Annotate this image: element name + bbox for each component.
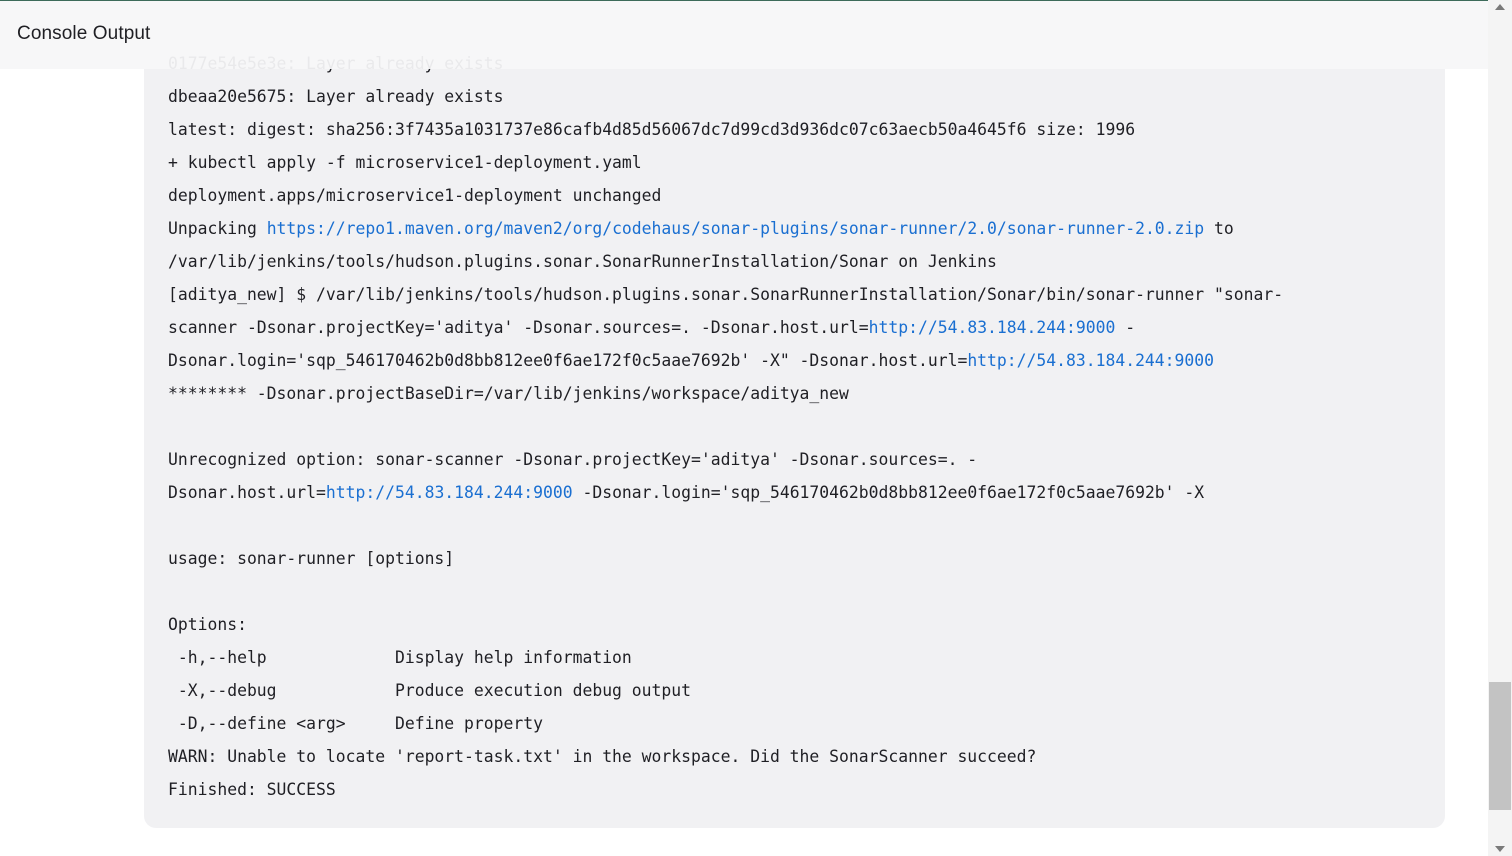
console-text-segment: Dsonar.host.url= (168, 483, 326, 502)
console-text-segment: -Dsonar.login='sqp_546170462b0d8bb812ee0… (572, 483, 1205, 502)
sonar-host-link[interactable]: http://54.83.184.244:9000 (967, 351, 1214, 370)
console-line: deployment.apps/microservice1-deployment… (168, 186, 662, 205)
console-line: usage: sonar-runner [options] (168, 549, 455, 568)
console-line: + kubectl apply -f microservice1-deploym… (168, 153, 642, 172)
page-header: Console Output (0, 1, 1488, 69)
console-output-panel: 0177e54e5e3e: Layer already existsdbeaa2… (144, 40, 1445, 828)
console-log: 0177e54e5e3e: Layer already existsdbeaa2… (168, 47, 1428, 806)
console-line-scanner: scanner -Dsonar.projectKey='aditya' -Dso… (168, 311, 1428, 344)
console-text-segment: Unpacking (168, 219, 267, 238)
scroll-down-arrow-icon[interactable] (1495, 846, 1505, 852)
console-line-login: Dsonar.login='sqp_546170462b0d8bb812ee0f… (168, 344, 1428, 377)
sonar-host-link[interactable]: http://54.83.184.244:9000 (326, 483, 573, 502)
console-line: ******** -Dsonar.projectBaseDir=/var/lib… (168, 384, 849, 403)
console-text-segment: scanner -Dsonar.projectKey='aditya' -Dso… (168, 318, 869, 337)
console-line-host: Dsonar.host.url=http://54.83.184.244:900… (168, 476, 1428, 509)
console-line: /var/lib/jenkins/tools/hudson.plugins.so… (168, 252, 997, 271)
console-line: Options: (168, 615, 247, 634)
console-line-finished: Finished: SUCCESS (168, 780, 336, 799)
console-line: dbeaa20e5675: Layer already exists (168, 87, 504, 106)
console-line: [aditya_new] $ /var/lib/jenkins/tools/hu… (168, 285, 1284, 304)
console-line-warn: WARN: Unable to locate 'report-task.txt'… (168, 747, 1037, 766)
jenkins-console-page: 0177e54e5e3e: Layer already existsdbeaa2… (0, 0, 1512, 856)
console-line-unpacking: Unpacking https://repo1.maven.org/maven2… (168, 212, 1428, 245)
console-line: -X,--debug Produce execution debug outpu… (168, 681, 692, 700)
console-text-segment: - (1115, 318, 1136, 337)
console-line: latest: digest: sha256:3f7435a1031737e86… (168, 120, 1136, 139)
sonar-runner-zip-link[interactable]: https://repo1.maven.org/maven2/org/codeh… (267, 219, 1204, 238)
scrollbar-thumb[interactable] (1489, 682, 1511, 810)
scroll-up-arrow-icon[interactable] (1495, 4, 1505, 10)
page-title: Console Output (17, 23, 151, 44)
page-scrollbar[interactable] (1488, 0, 1512, 856)
sonar-host-link[interactable]: http://54.83.184.244:9000 (869, 318, 1116, 337)
console-text-segment: Dsonar.login='sqp_546170462b0d8bb812ee0f… (168, 351, 968, 370)
console-text-segment: to (1204, 219, 1234, 238)
console-line: Unrecognized option: sonar-scanner -Dson… (168, 450, 978, 469)
console-line: -h,--help Display help information (168, 648, 632, 667)
console-line: -D,--define <arg> Define property (168, 714, 543, 733)
